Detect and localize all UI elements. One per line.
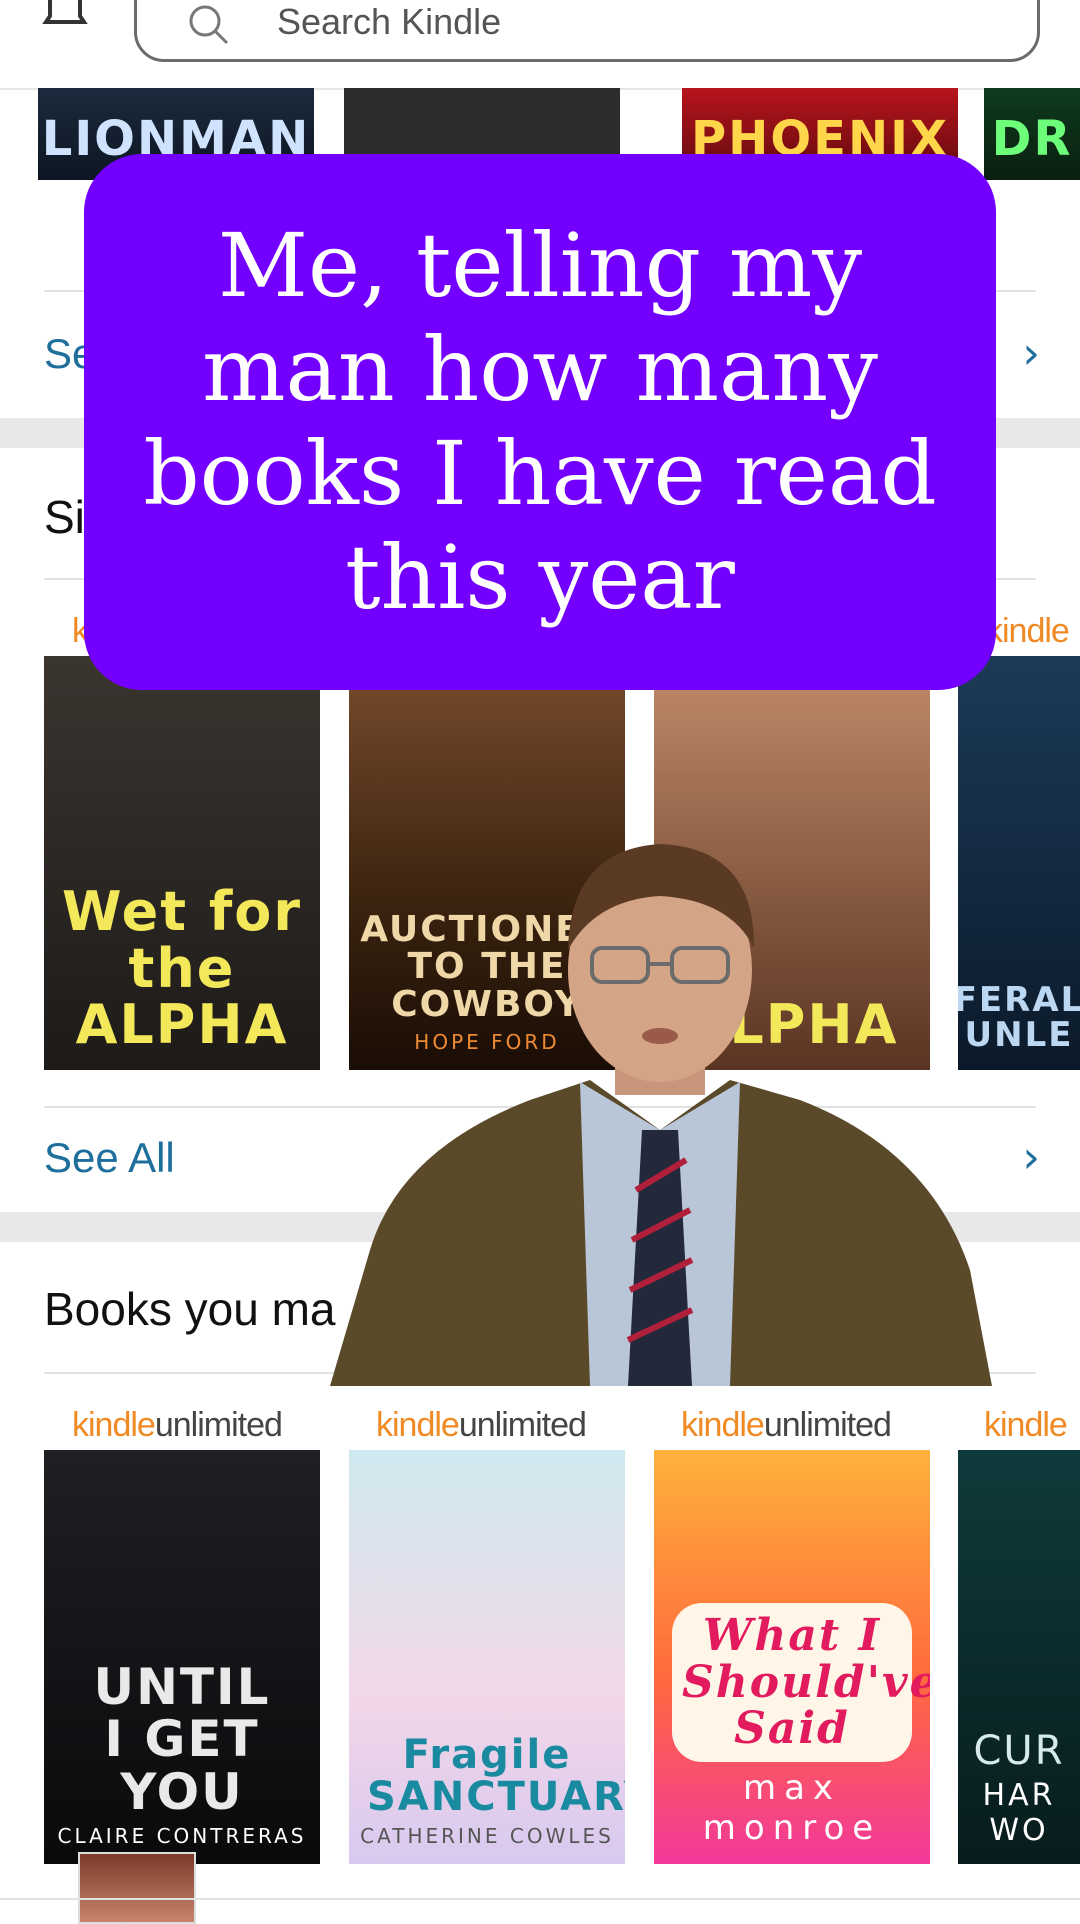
book-cover[interactable]: DR	[984, 88, 1080, 180]
book-title: CUR	[973, 1728, 1065, 1774]
bell-icon[interactable]	[40, 0, 90, 28]
kindle-unlimited-badge: kindleunlimited	[376, 1406, 587, 1444]
book-author: CLAIRE CONTRERAS	[57, 1824, 307, 1848]
book-author: max monroe	[702, 1768, 882, 1848]
see-all-link[interactable]: See All	[44, 1134, 175, 1182]
kindle-unlimited-badge: kindle	[986, 612, 1070, 650]
book-author: CATHERINE COWLES	[360, 1824, 614, 1848]
book-title: What I Should've Said	[672, 1603, 930, 1762]
meme-caption: Me, telling my man how many books I have…	[84, 154, 996, 690]
divider	[0, 1898, 1080, 1900]
search-placeholder: Search Kindle	[277, 1, 502, 42]
section-title: Books you ma	[44, 1283, 336, 1335]
book-cover[interactable]: Fragile SANCTUARY CATHERINE COWLES	[349, 1450, 625, 1864]
book-cover[interactable]: CUR HAR WO	[958, 1450, 1080, 1864]
book-title: UNTIL I GET YOU	[93, 1657, 271, 1821]
book-thumbnail[interactable]	[78, 1852, 196, 1924]
book-cover[interactable]	[344, 88, 620, 156]
person-overlay-image	[330, 844, 992, 1386]
kindle-unlimited-badge: kindleunlimited	[681, 1406, 892, 1444]
book-title: DR	[991, 110, 1073, 167]
section-title: Si	[44, 491, 85, 543]
chevron-right-icon[interactable]: ›	[1022, 1132, 1040, 1183]
book-title: Wet for the ALPHA	[61, 879, 303, 1057]
book-cover[interactable]: UNTIL I GET YOU CLAIRE CONTRERAS	[44, 1450, 320, 1864]
search-input[interactable]: Search Kindle	[134, 0, 1040, 62]
search-icon	[189, 5, 229, 45]
book-title: Fragile SANCTUARY	[367, 1732, 625, 1820]
book-cover[interactable]: Wet for the ALPHA	[44, 656, 320, 1070]
kindle-unlimited-badge: kindleunlimited	[72, 1406, 283, 1444]
chevron-right-icon[interactable]: ›	[1022, 328, 1040, 379]
book-cover[interactable]: What I Should've Said max monroe	[654, 1450, 930, 1864]
book-author: HAR WO	[982, 1778, 1056, 1848]
kindle-unlimited-badge: kindle	[984, 1406, 1068, 1444]
top-search-bar: Search Kindle	[0, 0, 1080, 90]
